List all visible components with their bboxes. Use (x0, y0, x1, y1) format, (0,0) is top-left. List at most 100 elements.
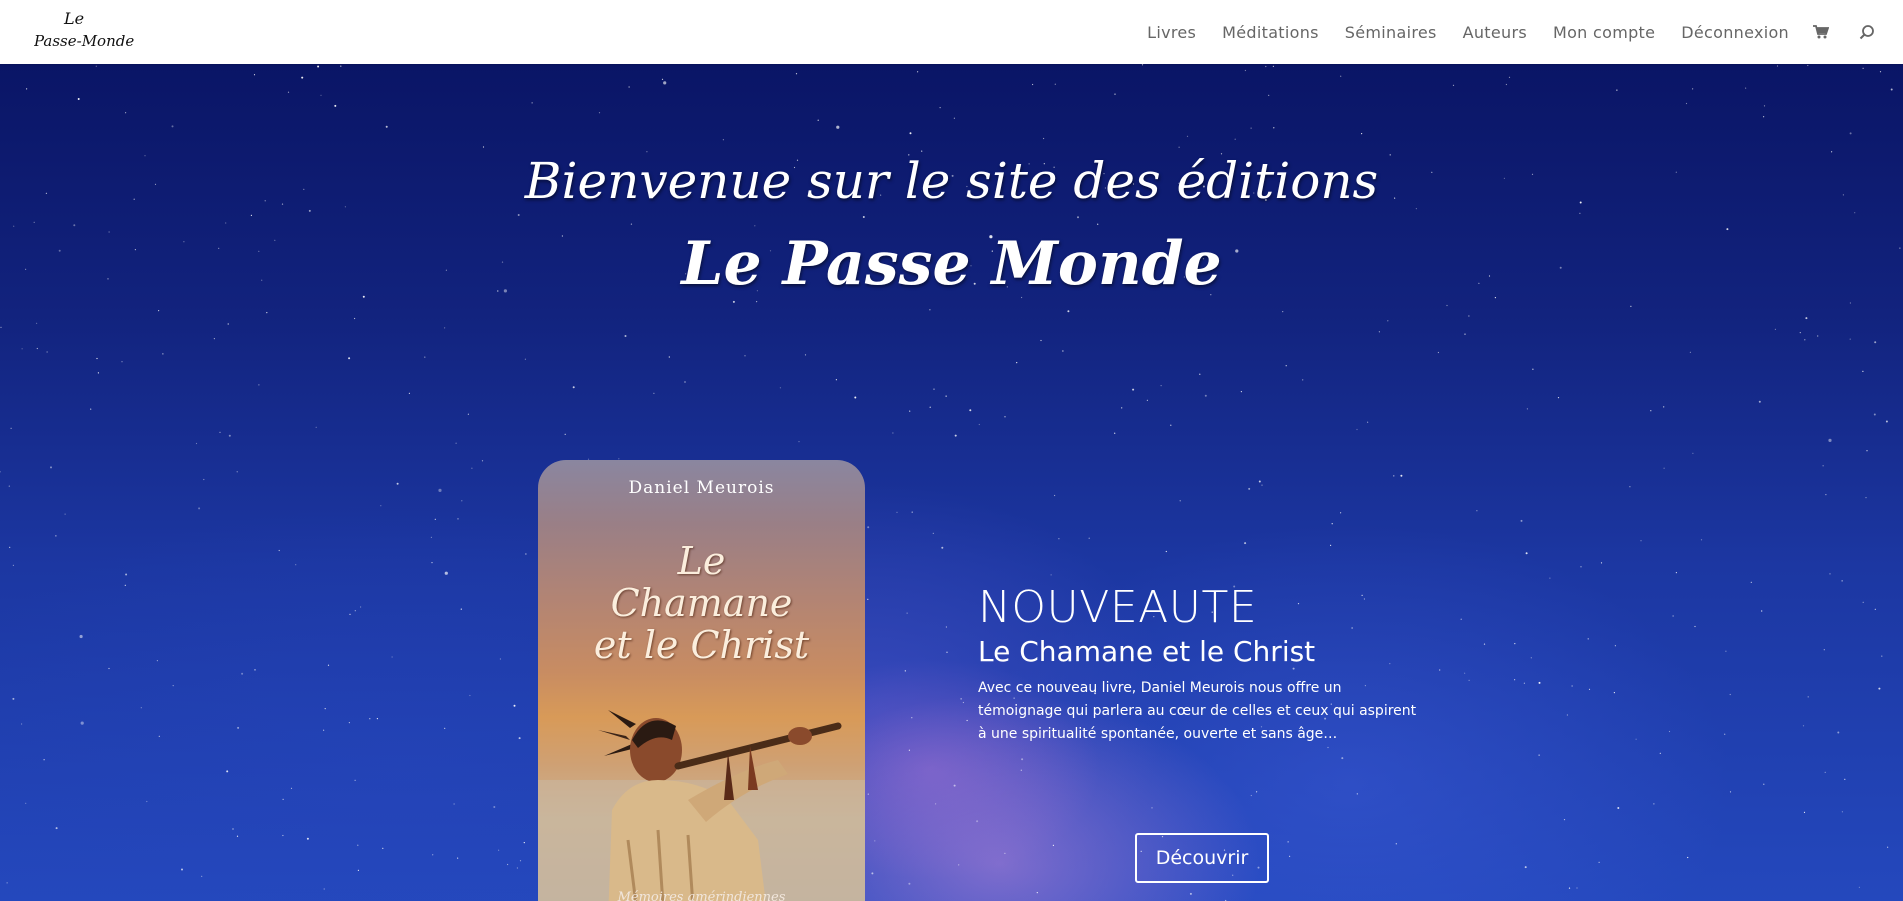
star (1629, 486, 1631, 488)
star (0, 471, 1, 473)
star (908, 749, 911, 751)
book-title-line2: Chamane (610, 581, 793, 625)
star (334, 104, 337, 107)
nav-item-livres[interactable]: Livres (1147, 23, 1196, 42)
star (21, 348, 23, 350)
star (236, 835, 239, 837)
star (195, 442, 198, 445)
nav-item-meditations[interactable]: Méditations (1222, 23, 1319, 42)
star (941, 546, 944, 549)
star (1040, 339, 1042, 342)
star (382, 847, 384, 850)
star (1367, 421, 1369, 423)
hero-brand-title: Le Passe Monde (681, 229, 1222, 299)
star (1088, 537, 1090, 539)
star (1250, 127, 1252, 129)
star (1761, 610, 1763, 612)
star (9, 546, 11, 548)
star (1387, 320, 1389, 322)
star (1776, 65, 1779, 67)
nav-item-auteurs[interactable]: Auteurs (1463, 23, 1527, 42)
star (348, 722, 350, 724)
star (525, 553, 527, 555)
star (572, 386, 575, 389)
book-cover[interactable]: Daniel Meurois Le Chamane et le Christ M… (538, 460, 865, 901)
star (1878, 687, 1881, 690)
star (1663, 406, 1665, 408)
star (340, 65, 342, 67)
star (172, 685, 174, 687)
star (1653, 803, 1655, 805)
star (1576, 887, 1578, 889)
nav-item-mon-compte[interactable]: Mon compte (1553, 23, 1655, 42)
star (219, 431, 221, 433)
star (519, 860, 522, 862)
star (911, 511, 913, 513)
star (1532, 368, 1534, 370)
star (516, 867, 519, 869)
discover-button[interactable]: Découvrir (1135, 833, 1269, 883)
star (1287, 841, 1289, 843)
star (236, 471, 238, 473)
star (744, 355, 746, 357)
cart-icon[interactable] (1813, 25, 1829, 39)
nav-item-deconnexion[interactable]: Déconnexion (1681, 23, 1789, 42)
star (1256, 791, 1258, 793)
star (598, 112, 601, 114)
star (140, 707, 142, 709)
star (779, 387, 782, 389)
star (966, 719, 968, 722)
star (97, 372, 99, 374)
star (1050, 574, 1052, 576)
star (1663, 467, 1665, 469)
star (146, 800, 148, 803)
nav-item-seminaires[interactable]: Séminaires (1345, 23, 1437, 42)
star (518, 737, 521, 740)
star (1356, 793, 1358, 795)
star (1160, 385, 1162, 387)
star (1395, 843, 1397, 845)
star (1822, 465, 1824, 467)
star (1837, 731, 1840, 734)
star (108, 667, 110, 670)
star (756, 301, 758, 303)
star (1452, 84, 1455, 86)
star (1178, 146, 1180, 148)
star (295, 564, 297, 566)
star (1823, 649, 1825, 651)
star (43, 759, 45, 761)
star (162, 353, 164, 355)
star (408, 392, 410, 394)
star (904, 670, 906, 672)
star (156, 660, 158, 662)
star (1077, 216, 1079, 219)
star (241, 672, 244, 675)
site-logo[interactable]: Le Passe-Monde (33, 8, 164, 56)
star (380, 505, 382, 507)
star (444, 571, 448, 575)
star (1729, 693, 1731, 696)
star (282, 798, 284, 801)
star (290, 787, 293, 790)
star (1807, 64, 1809, 67)
star (1265, 65, 1267, 68)
star (1824, 771, 1826, 774)
star (354, 610, 356, 612)
star (862, 216, 865, 218)
star (1248, 487, 1251, 490)
star (1341, 757, 1344, 760)
star (1566, 714, 1568, 716)
star (1004, 852, 1006, 855)
star (1021, 758, 1024, 761)
star (939, 107, 941, 109)
star (493, 806, 496, 808)
star (457, 518, 459, 520)
logo-text-passe-monde: Passe-Monde (34, 32, 134, 50)
star (438, 488, 442, 492)
star (158, 310, 160, 312)
search-icon[interactable] (1859, 24, 1875, 40)
star (227, 323, 229, 325)
star (1285, 365, 1287, 367)
star (1520, 519, 1523, 522)
star (1524, 866, 1527, 869)
